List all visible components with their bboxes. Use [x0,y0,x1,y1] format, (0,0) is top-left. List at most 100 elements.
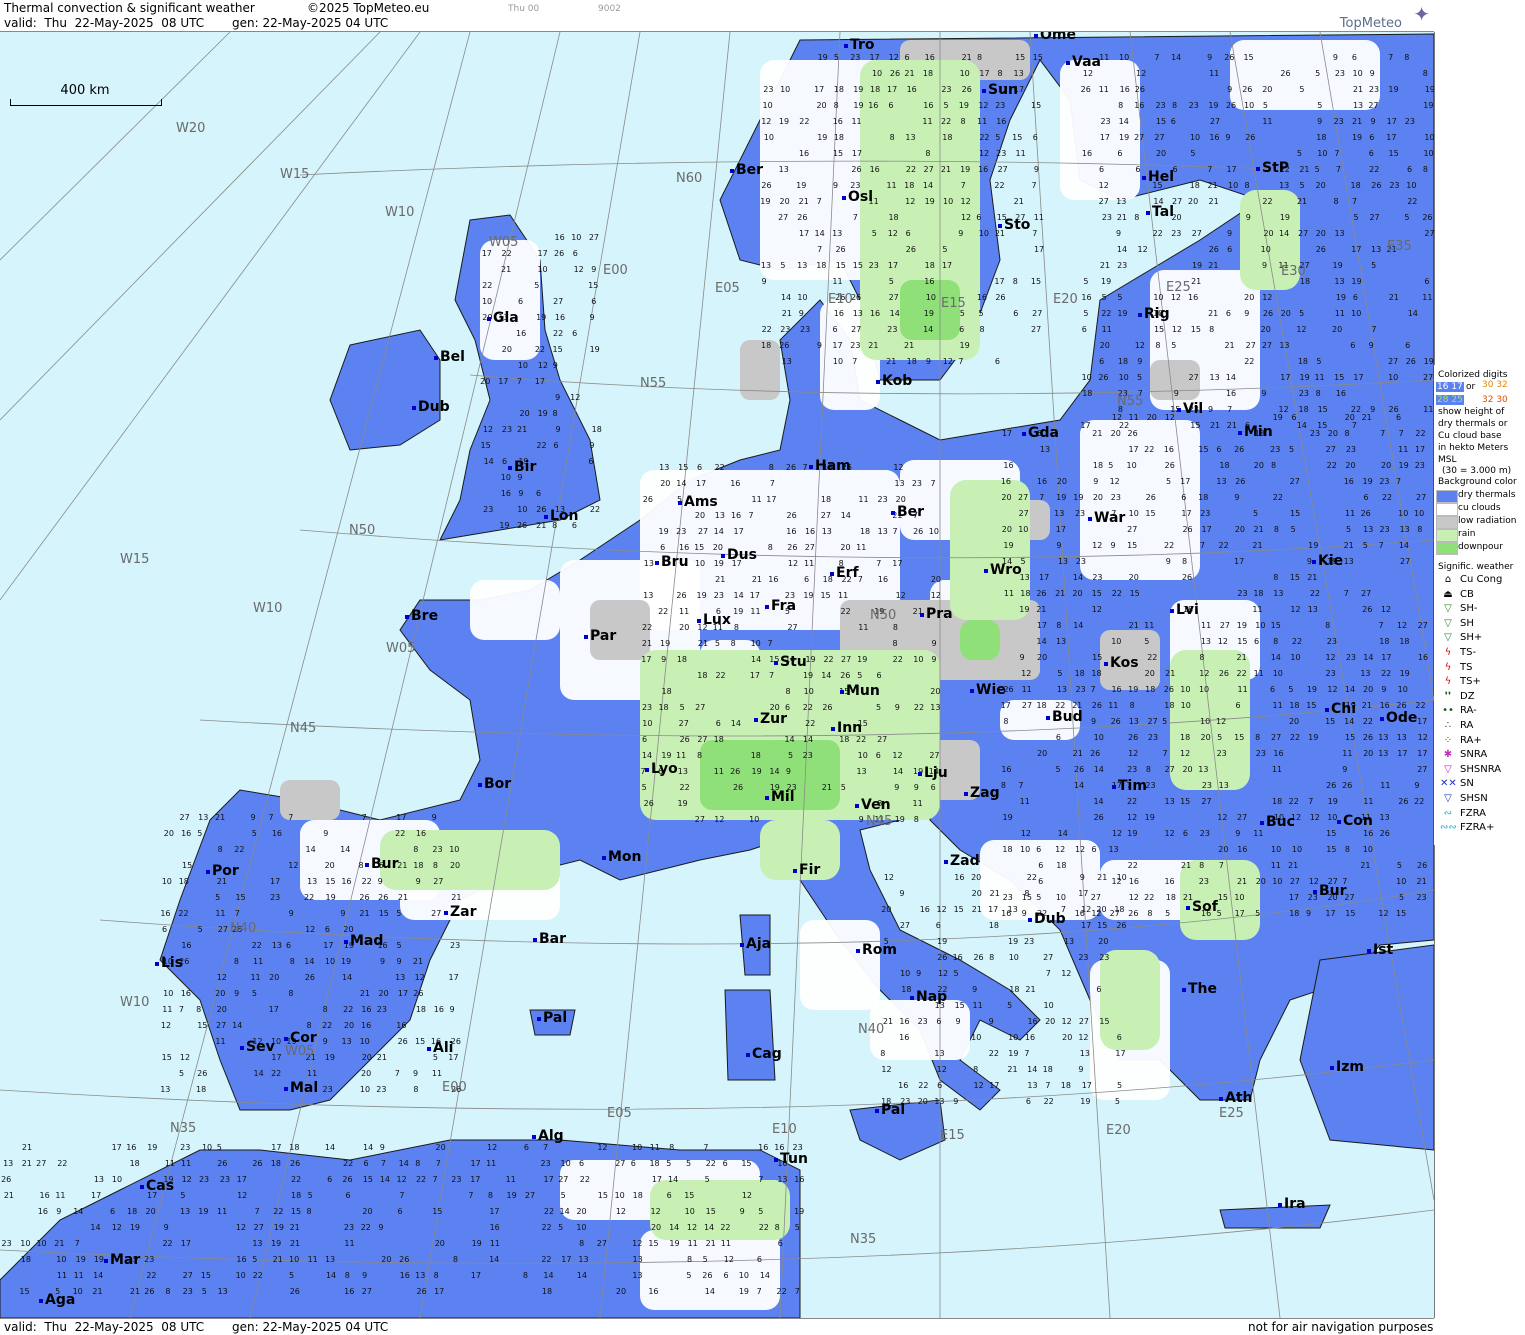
thermal-height-digit: 12 [788,559,798,568]
thermal-height-digit: 19 [1424,357,1434,366]
thermal-height-digit: 6 [1092,845,1097,854]
thermal-height-digit: 20 [1182,765,1192,774]
city-label: Ath [1219,1090,1253,1106]
thermal-height-digit: 5 [1055,765,1060,774]
city-label: Sto [997,217,1031,233]
thermal-height-digit: 6 [572,329,577,338]
thermal-height-digit: 16 [758,1143,768,1152]
thermal-height-digit: 17 [1100,133,1110,142]
thermal-height-digit: 11 [977,117,987,126]
thermal-height-digit: 23 [869,261,879,270]
thermal-height-digit: 12 [415,973,425,982]
thermal-height-digit: 7 [1344,589,1349,598]
thermal-height-digit: 13 [1353,101,1363,110]
thermal-height-digit: 12 [1290,605,1300,614]
thermal-height-digit: 22 [1219,541,1229,550]
thermal-height-digit: 19 [1101,277,1111,286]
thermal-height-digit: 13 [777,1175,787,1184]
thermal-height-digit: 6 [876,751,881,760]
thermal-height-digit: 19 [1128,685,1138,694]
thermal-height-digit: 21 [1165,669,1175,678]
downpour-area [960,620,1000,660]
thermal-height-digit: 10 [20,1239,30,1248]
thermal-height-digit: 16 [799,149,809,158]
thermal-height-digit: 26 [1224,53,1234,62]
thermal-height-digit: 21 [1307,573,1317,582]
thermal-height-digit: 14 [642,751,652,760]
thermal-height-digit: 13 [1056,637,1066,646]
thermal-height-digit: 19 [853,85,863,94]
thermal-height-digit: 21 [1362,413,1372,422]
thermal-height-digit: 27 [1201,797,1211,806]
thermal-height-digit: 17 [892,559,902,568]
thermal-height-digit: 11 [1398,445,1408,454]
thermal-height-digit: 13 [779,165,789,174]
thermal-height-digit: 17 [1128,445,1138,454]
map-title: Thermal convection & significant weather [4,1,255,15]
weather-map[interactable]: 13 15 6 22 8 26 7 18 26 12 20 14 17 16 7 13 23 7 26 5 11 17 18… [0,32,1435,1318]
thermal-height-digit: 21 [215,813,225,822]
thermal-height-digit: 19 [803,671,813,680]
thermal-height-digit: 7 [395,1069,400,1078]
thermal-height-digit: 13 [659,463,669,472]
thermal-height-digit: 19 [1333,261,1343,270]
thermal-height-digit: 12 [1099,181,1109,190]
thermal-height-digit: 27 [525,1191,535,1200]
thermal-height-digit: 26 [797,213,807,222]
thermal-height-digit: 7 [748,511,753,520]
thermal-height-digit: 27 [216,1021,226,1030]
thermal-height-digit: 6 [937,1081,942,1090]
thermal-height-digit: 8 [1172,101,1177,110]
thermal-height-digit: 5 [954,969,959,978]
thermal-height-digit: 20 [679,623,689,632]
thermal-height-digit: 22 [273,1207,283,1216]
thermal-height-digit: 7 [1091,685,1096,694]
thermal-height-digit: 27 [1091,893,1101,902]
thermal-height-digit: 14 [1363,653,1373,662]
thermal-height-digit: 21 [904,341,914,350]
thermal-height-digit: 13 [1380,813,1390,822]
thermal-height-digit: 5 [1299,181,1304,190]
thermal-height-digit: 18 [860,527,870,536]
thermal-height-digit: 22 [343,1005,353,1014]
thermal-height-digit: 27 [558,1175,568,1184]
thermal-height-digit: 14 [340,845,350,854]
thermal-height-digit: 23 [941,85,951,94]
thermal-height-digit: 19 [1307,685,1317,694]
thermal-height-digit: 22 [914,703,924,712]
thermal-height-digit: 12 [1418,733,1428,742]
thermal-height-digit: 10 [1234,893,1244,902]
thermal-height-digit: 8 [1130,701,1135,710]
thermal-height-digit: 9 [591,265,596,274]
thermal-height-digit: 10 [1020,845,1030,854]
thermal-height-digit: 13 [934,1097,944,1106]
thermal-height-digit: 16 [805,527,815,536]
thermal-height-digit: 27 [805,543,815,552]
thermal-height-digit: 23 [1200,509,1210,518]
thermal-height-digit: 11 [307,1069,317,1078]
thermal-height-digit: 20 [502,345,512,354]
thermal-height-digit: 17 [1417,749,1427,758]
weather-label: SN [1460,778,1474,790]
thermal-height-digit: 7 [758,1175,763,1184]
thermal-height-digit: 20 [361,1069,371,1078]
weather-label: FZRA+ [1460,822,1495,834]
thermal-height-digit: 22 [776,1287,786,1296]
thermal-height-digit: 27 [615,1159,625,1168]
thermal-height-digit: 6 [642,735,647,744]
thermal-height-digit: 8 [1155,341,1160,350]
thermal-height-digit: 12 [1172,325,1182,334]
thermal-height-digit: 12 [1129,893,1139,902]
thermal-height-digit: 14 [577,1271,587,1280]
thermal-height-digit: 14 [1093,797,1103,806]
thermal-height-digit: 20 [1244,293,1254,302]
thermal-height-digit: 13 [1054,509,1064,518]
thermal-height-digit: 15 [1031,101,1041,110]
thermal-height-digit: 6 [1424,277,1429,286]
thermal-height-digit: 7 [1032,229,1037,238]
thermal-height-digit: 12 [1165,829,1175,838]
thermal-height-digit: 8 [893,639,898,648]
thermal-height-digit: 7 [1018,781,1023,790]
thermal-height-digit: 26 [702,1271,712,1280]
thermal-height-digit: 21 [698,639,708,648]
